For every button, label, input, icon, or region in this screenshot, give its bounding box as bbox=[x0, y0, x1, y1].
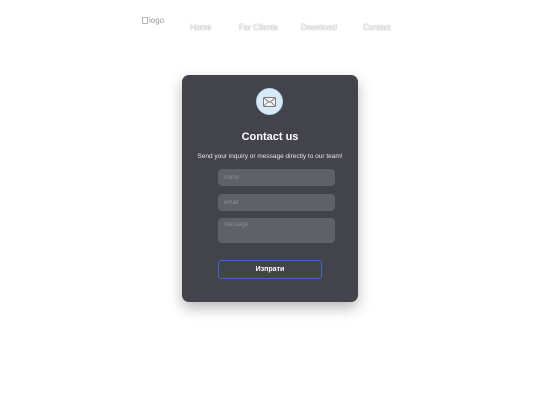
nav-link-for-clients[interactable]: For Clients bbox=[239, 23, 278, 32]
nav-link-contact[interactable]: Contact bbox=[363, 23, 391, 32]
name-input[interactable] bbox=[218, 169, 335, 186]
broken-image-icon bbox=[142, 17, 148, 24]
contact-card: Contact us Send your inquiry or message … bbox=[182, 75, 358, 302]
nav-link-download[interactable]: Download bbox=[301, 23, 337, 32]
nav-link-home[interactable]: Home bbox=[190, 23, 211, 32]
submit-button[interactable]: Изпрати bbox=[218, 260, 322, 279]
email-input[interactable] bbox=[218, 194, 335, 211]
contact-title: Contact us bbox=[241, 131, 299, 143]
contact-subtitle: Send your inquiry or message directly to… bbox=[197, 153, 343, 160]
logo-alt-text: logo bbox=[149, 16, 165, 25]
envelope-icon bbox=[256, 88, 283, 115]
logo-image[interactable]: logo bbox=[142, 16, 164, 25]
message-textarea[interactable] bbox=[218, 218, 335, 243]
